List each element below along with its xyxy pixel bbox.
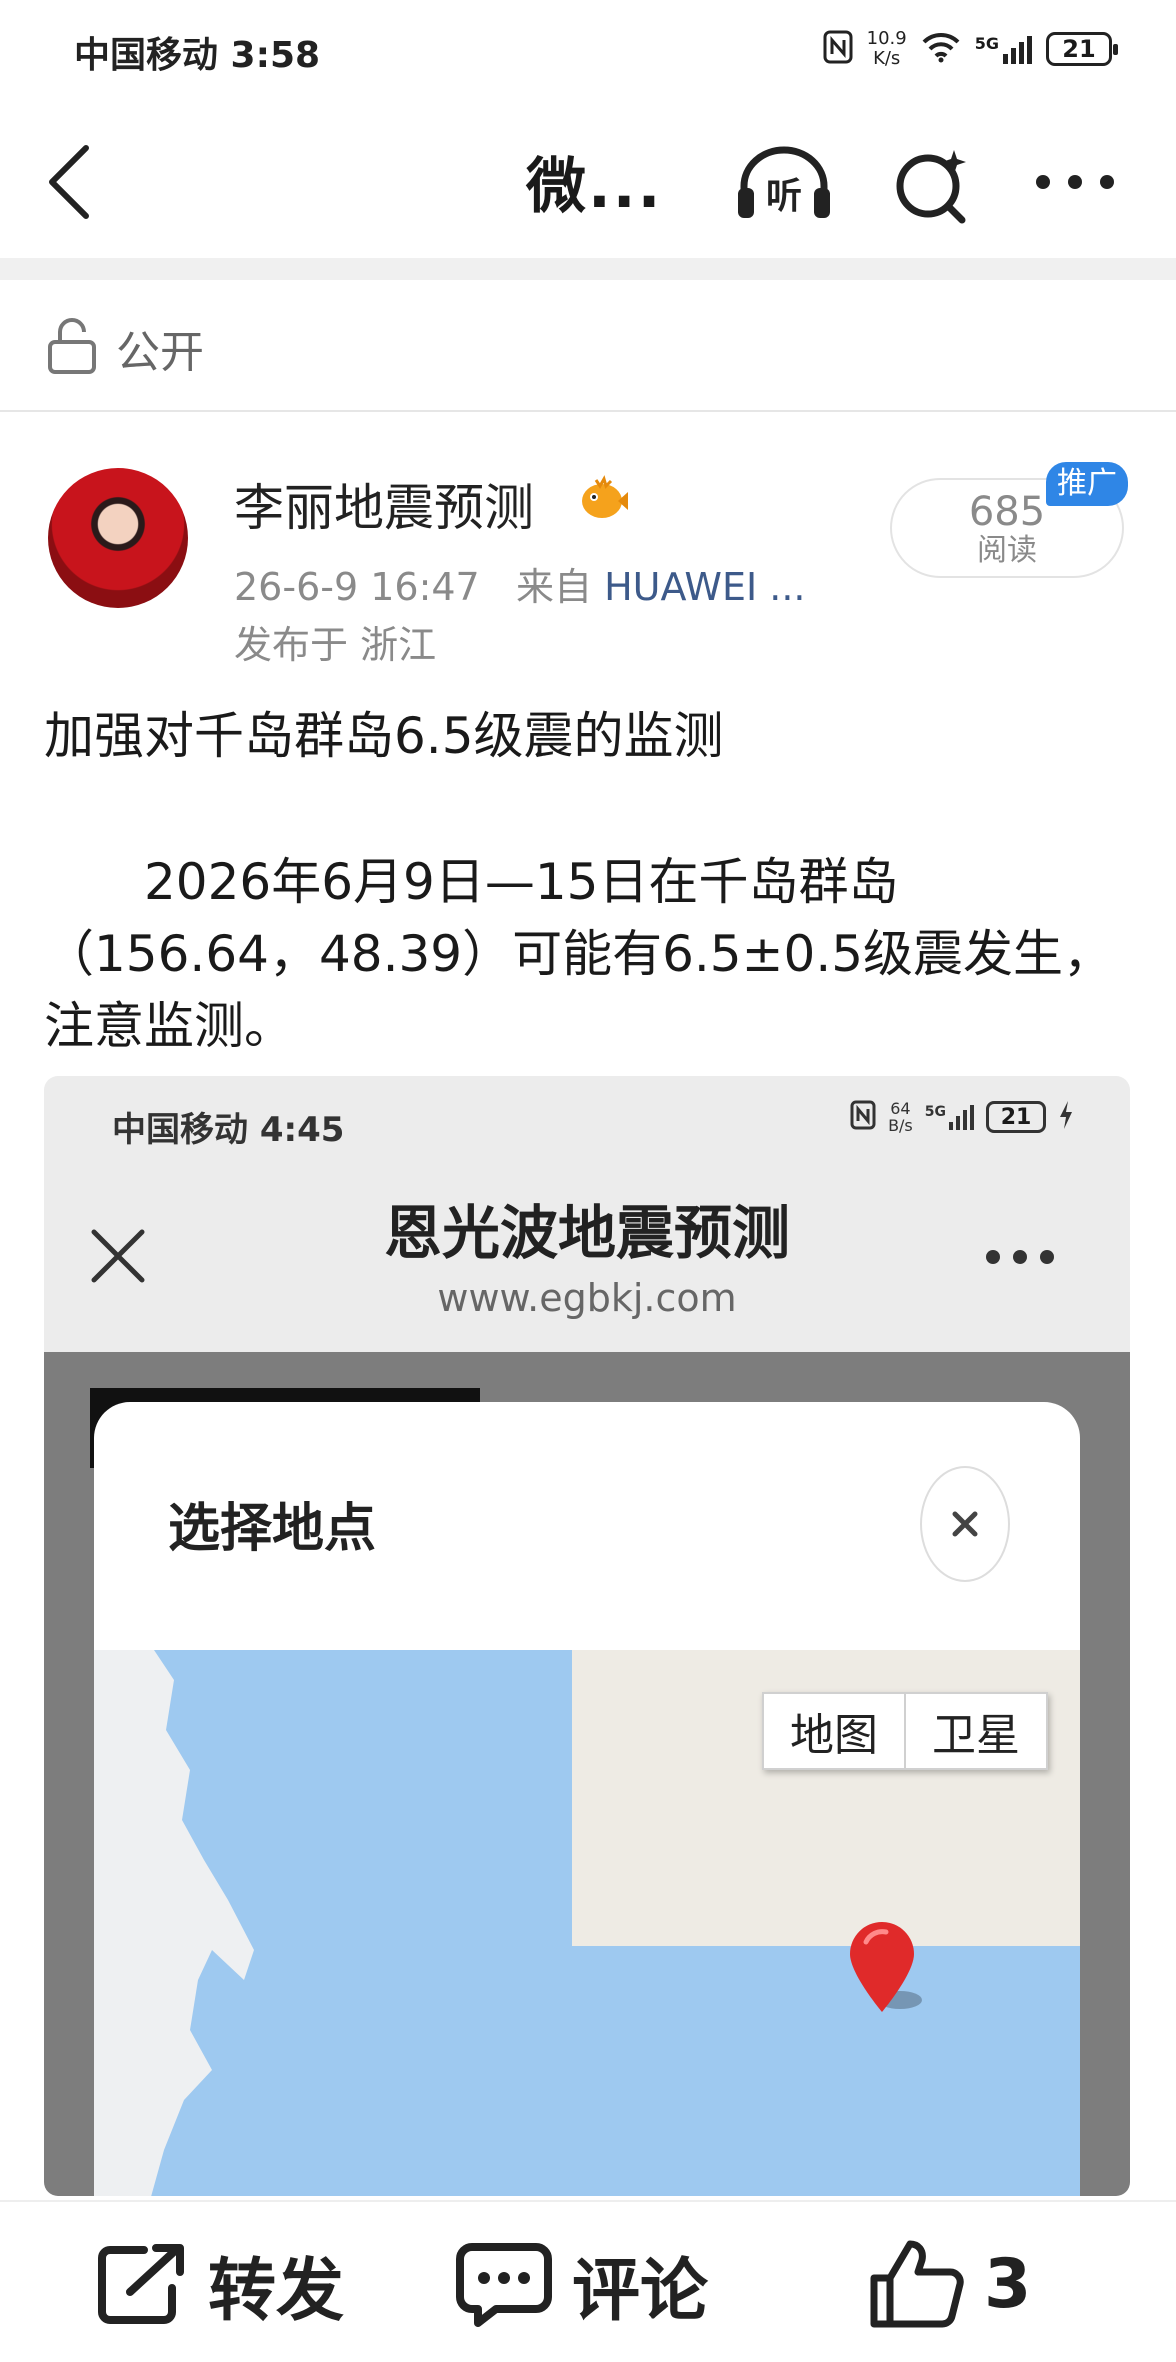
more-dots-icon — [1036, 175, 1114, 189]
share-icon — [98, 2244, 184, 2324]
embedded-signal-icon: 5G — [925, 1104, 974, 1130]
comment-label: 评论 — [572, 2251, 709, 2331]
embedded-status-icons: 64 B/s 5G 21 — [850, 1100, 1074, 1134]
search-sparkle-icon — [896, 150, 966, 224]
embedded-dialog-title: 选择地点 — [168, 1499, 377, 1559]
embedded-more-icon — [984, 1248, 1056, 1270]
embedded-url: www.egbkj.com — [437, 1276, 737, 1320]
post-body: 2026年6月9日—15日在千岛群岛（156.64，48.39）可能有6.5±0… — [44, 853, 1114, 1055]
promo-tag: 推广 — [1046, 462, 1128, 506]
author-name[interactable]: 李丽地震预测 — [234, 468, 534, 540]
status-bar: 中国移动 3:58 10.9 K/s 5G 21 — [0, 0, 1176, 100]
embedded-location-dialog: 选择地点 地图 卫星 — [94, 1402, 1080, 2196]
repost-button[interactable]: 转发 — [96, 2242, 344, 2331]
post-location: 发布于 浙江 — [234, 623, 437, 667]
section-divider — [0, 258, 1176, 280]
back-button[interactable] — [46, 144, 92, 224]
embedded-map-type-toggle: 地图 卫星 — [762, 1692, 1048, 1770]
embedded-battery: 21 — [986, 1101, 1046, 1133]
carrier-time: 中国移动 3:58 — [74, 35, 321, 76]
comment-button[interactable]: 评论 — [456, 2242, 708, 2331]
map-pin-icon — [846, 1922, 926, 2022]
visibility-label: 公开 — [116, 327, 204, 378]
embedded-title: 恩光波地震预测 — [383, 1199, 790, 1267]
embedded-map: 地图 卫星 — [94, 1650, 1080, 2196]
embedded-dialog-close-icon — [920, 1466, 1010, 1582]
visibility-row: 公开 — [0, 280, 1176, 412]
net-speed-value: 10.9 — [866, 28, 907, 49]
embedded-map-type-satellite: 卫星 — [932, 1710, 1020, 1761]
signal-label: 5G — [974, 34, 999, 53]
embedded-net-speed-unit: B/s — [888, 1116, 913, 1135]
svg-text:听: 听 — [766, 176, 802, 217]
avatar[interactable] — [48, 468, 188, 608]
listen-button[interactable]: 听 — [734, 144, 834, 228]
embedded-map-type-map: 地图 — [764, 1694, 906, 1768]
top-nav-bar: 微... 听 — [0, 100, 1176, 258]
status-icons: 10.9 K/s 5G 21 — [823, 24, 1118, 74]
wifi-icon — [921, 31, 961, 67]
post-timestamp: 26-6-9 16:47 — [234, 565, 480, 609]
page-title: 微... — [526, 152, 663, 222]
search-button[interactable] — [892, 146, 972, 230]
cellular-signal-icon: 5G — [975, 34, 1032, 64]
unlock-icon — [46, 318, 98, 380]
chevron-left-icon — [49, 145, 89, 219]
network-speed: 10.9 K/s — [867, 29, 907, 69]
post-image[interactable]: 中国移动 4:45 64 B/s 5G 21 恩光波地震预测 www.egbkj… — [44, 1076, 1130, 2196]
net-speed-unit: K/s — [873, 48, 901, 69]
like-button[interactable]: 3 — [868, 2240, 1032, 2328]
post-meta: 26-6-9 16:47 来自 HUAWEI ... — [234, 556, 806, 611]
embedded-signal-label: 5G — [924, 1104, 946, 1120]
embedded-carrier-time: 中国移动 4:45 — [112, 1110, 345, 1150]
reads-label: 阅读 — [977, 533, 1037, 568]
embedded-network-speed: 64 B/s — [888, 1100, 913, 1134]
fish-badge-icon — [578, 474, 628, 524]
repost-label: 转发 — [208, 2251, 345, 2331]
thumbs-up-icon — [870, 2240, 964, 2328]
bottom-action-bar: 转发 评论 3 — [0, 2200, 1176, 2362]
post-headline: 加强对千岛群岛6.5级震的监测 — [44, 707, 724, 765]
nfc-icon — [823, 30, 853, 68]
comment-icon — [456, 2243, 552, 2327]
like-count: 3 — [984, 2244, 1032, 2324]
battery-indicator: 21 — [1046, 32, 1118, 66]
headphones-listen-icon: 听 — [738, 146, 830, 218]
source-prefix: 来自 — [515, 565, 592, 609]
more-options-button[interactable] — [1034, 172, 1116, 196]
charging-bolt-icon — [1058, 1100, 1074, 1134]
embedded-nfc-icon — [850, 1100, 876, 1134]
post-source[interactable]: HUAWEI ... — [604, 565, 805, 609]
